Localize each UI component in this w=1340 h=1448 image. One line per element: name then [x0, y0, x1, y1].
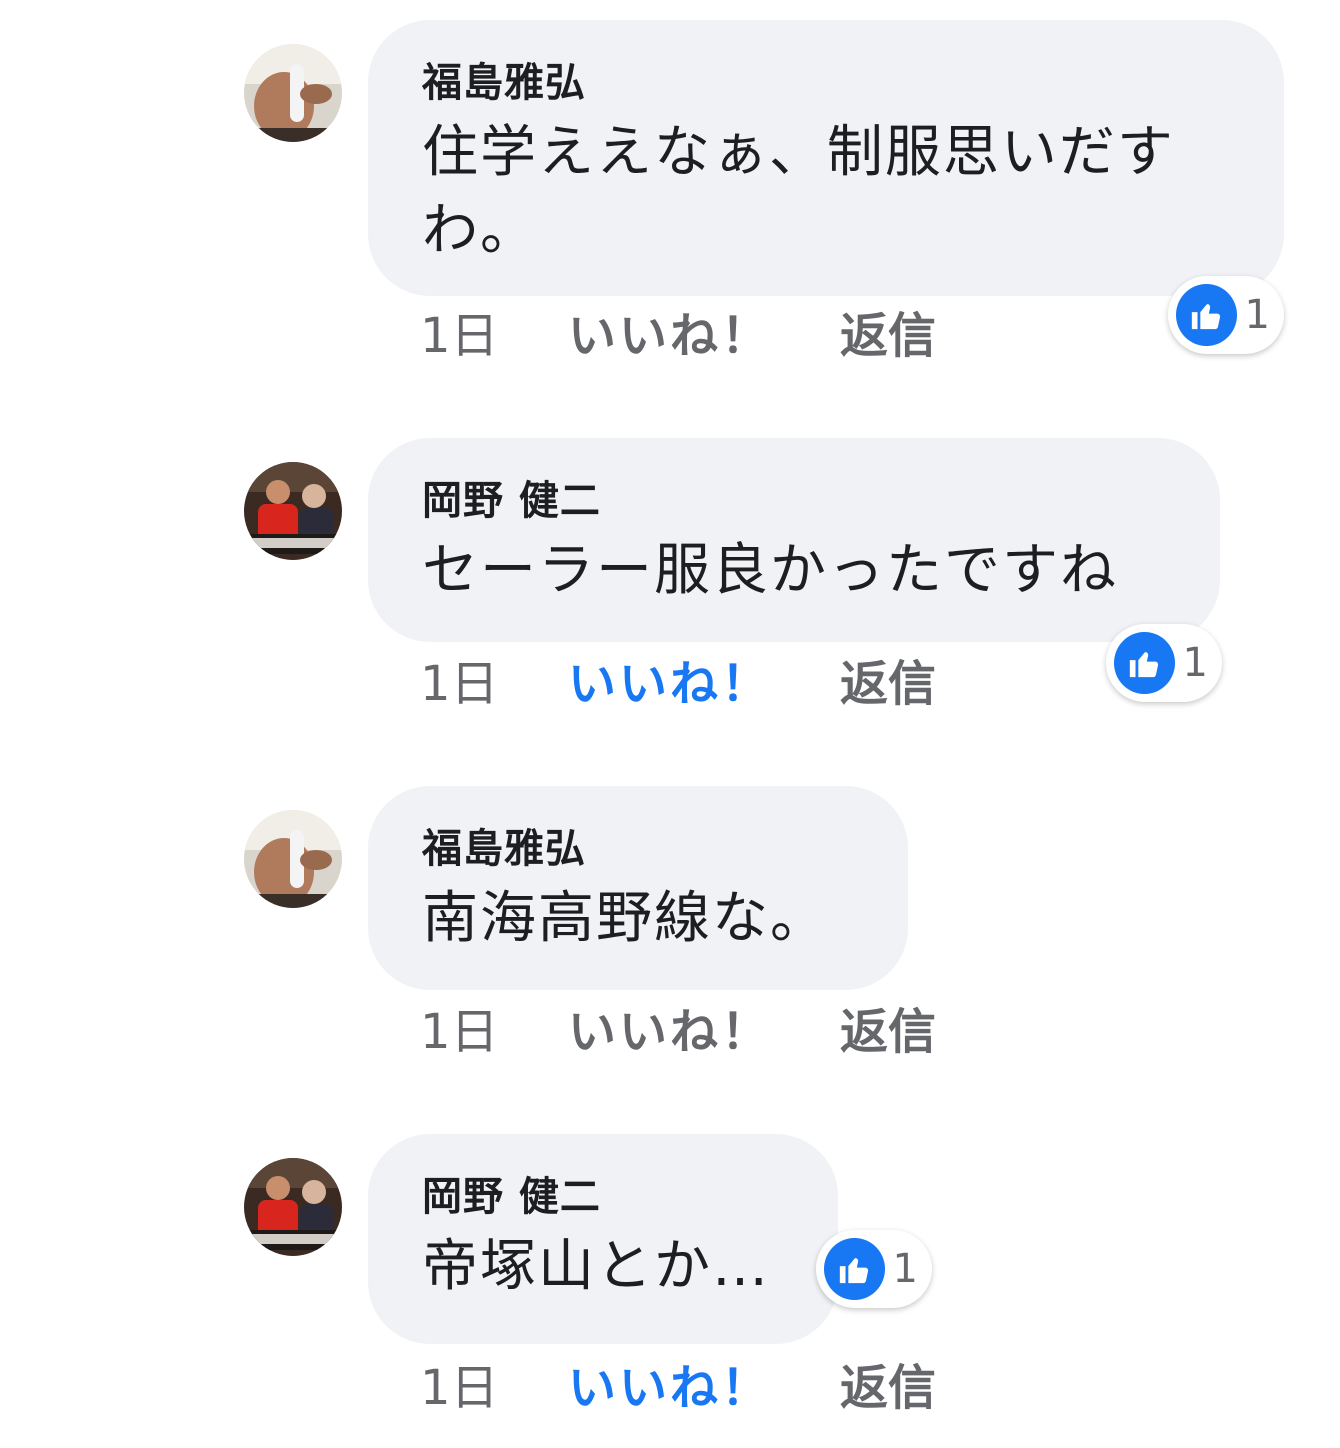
- comment-timestamp[interactable]: 1日: [420, 1002, 499, 1062]
- comment-text: 帝塚山とか…: [422, 1234, 770, 1299]
- avatar[interactable]: [244, 810, 342, 908]
- reaction-count: 1: [1182, 640, 1208, 686]
- comment-text: 南海高野線な。: [422, 886, 828, 951]
- reaction-count: 1: [892, 1246, 918, 1292]
- comment-bubble: 岡野 健二 セーラー服良かったですね: [368, 438, 1220, 642]
- avatar-photo-icon: [244, 1158, 342, 1256]
- comment-text: セーラー服良かったですね: [422, 538, 1118, 603]
- avatar-photo-icon: [244, 44, 342, 142]
- comment-timestamp[interactable]: 1日: [420, 654, 499, 714]
- comment-bubble: 岡野 健二 帝塚山とか…: [368, 1134, 838, 1344]
- avatar[interactable]: [244, 44, 342, 142]
- like-button[interactable]: いいね！: [568, 1358, 772, 1418]
- avatar-photo-icon: [244, 462, 342, 560]
- reply-button[interactable]: 返信: [840, 1002, 936, 1062]
- like-icon: [824, 1238, 885, 1300]
- avatar-photo-icon: [244, 810, 342, 908]
- reply-button[interactable]: 返信: [840, 1358, 936, 1418]
- avatar[interactable]: [244, 462, 342, 560]
- like-icon: [1176, 284, 1237, 346]
- comment-timestamp[interactable]: 1日: [420, 1358, 499, 1418]
- comment-timestamp[interactable]: 1日: [420, 306, 499, 366]
- comment-author[interactable]: 岡野 健二: [422, 476, 1166, 526]
- comment-bubble: 福島雅弘 住学ええなぁ、制服思いだす わ。: [368, 20, 1284, 296]
- reaction-summary[interactable]: 1: [1168, 276, 1284, 354]
- reply-button[interactable]: 返信: [840, 306, 936, 366]
- like-button[interactable]: いいね！: [568, 654, 772, 714]
- comment-author[interactable]: 岡野 健二: [422, 1172, 784, 1222]
- comment-text: 住学ええなぁ、制服思いだす わ。: [422, 120, 1175, 263]
- reaction-summary[interactable]: 1: [816, 1230, 932, 1308]
- comment-author[interactable]: 福島雅弘: [422, 58, 1230, 108]
- comment-author[interactable]: 福島雅弘: [422, 824, 854, 874]
- like-icon: [1114, 632, 1175, 694]
- avatar[interactable]: [244, 1158, 342, 1256]
- reaction-summary[interactable]: 1: [1106, 624, 1222, 702]
- like-button[interactable]: いいね！: [568, 306, 772, 366]
- comment-bubble: 福島雅弘 南海高野線な。: [368, 786, 908, 990]
- reaction-count: 1: [1244, 292, 1270, 338]
- reply-button[interactable]: 返信: [840, 654, 936, 714]
- like-button[interactable]: いいね！: [568, 1002, 772, 1062]
